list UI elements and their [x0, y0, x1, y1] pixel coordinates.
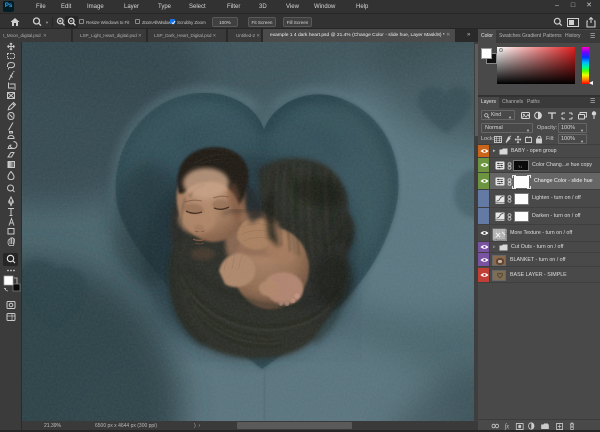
- svg-text:fx: fx: [505, 423, 509, 430]
